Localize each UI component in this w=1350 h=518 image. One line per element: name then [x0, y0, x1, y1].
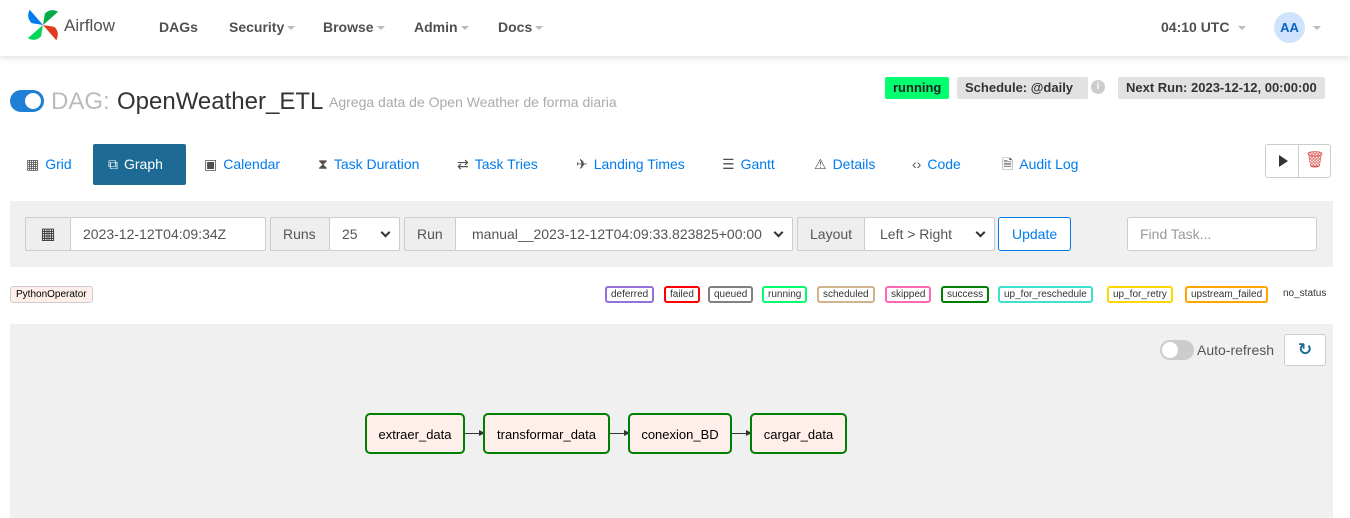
- search-file-icon: 🗎: [1002, 156, 1014, 172]
- dag-actions: 🗑: [1265, 144, 1331, 178]
- chevron-down-icon[interactable]: [1313, 26, 1321, 30]
- chevron-down-icon: [287, 26, 296, 31]
- layout-label: Layout: [797, 217, 865, 251]
- warning-icon: ⚠: [814, 156, 827, 172]
- dag-pause-toggle[interactable]: [10, 90, 44, 112]
- brand-name[interactable]: Airflow: [64, 16, 115, 36]
- graph-icon: ⧉: [108, 156, 118, 172]
- state-legend-upstream-failed: upstream_failed: [1185, 286, 1269, 303]
- auto-refresh-switch[interactable]: [1160, 340, 1194, 360]
- tab-landing-times[interactable]: ✈ Landing Times: [568, 144, 693, 185]
- state-legend-queued: queued: [708, 286, 754, 303]
- next-run-badge: Next Run: 2023-12-12, 00:00:00: [1118, 77, 1325, 99]
- calendar-icon: ▦: [40, 226, 56, 243]
- trigger-dag-button[interactable]: [1266, 145, 1299, 177]
- state-legend-skipped: skipped: [885, 286, 932, 303]
- dag-title: OpenWeather_ETL: [117, 88, 324, 115]
- tab-task-tries[interactable]: ⇄ Task Tries: [449, 144, 546, 185]
- state-legend-up-for-reschedule: up_for_reschedule: [998, 286, 1093, 303]
- task-edge: [610, 430, 630, 436]
- find-task-input[interactable]: Find Task...: [1127, 217, 1317, 251]
- chevron-down-icon: [376, 26, 385, 31]
- state-legend-success: success: [941, 286, 990, 303]
- user-avatar[interactable]: AA: [1274, 12, 1305, 43]
- state-legend-up-for-retry: up_for_retry: [1107, 286, 1173, 303]
- calendar-picker-button[interactable]: ▦: [25, 217, 71, 251]
- tab-task-duration[interactable]: ⧗ Task Duration: [310, 144, 427, 185]
- trash-icon: 🗑: [1304, 152, 1326, 169]
- utc-clock[interactable]: 04:10 UTC: [1161, 19, 1247, 35]
- base-date-input[interactable]: 2023-12-12T04:09:34Z: [70, 217, 266, 251]
- nav-browse[interactable]: Browse: [323, 19, 385, 35]
- tab-gantt[interactable]: ☰ Gantt: [714, 144, 783, 185]
- grid-icon: ▦: [26, 156, 40, 172]
- tab-graph[interactable]: ⧉ Graph: [93, 144, 186, 185]
- info-icon[interactable]: i: [1091, 80, 1105, 94]
- schedule-badge: Schedule: @daily: [957, 77, 1088, 99]
- chevron-down-icon: [773, 227, 784, 238]
- nav-dags[interactable]: DAGs: [159, 19, 198, 35]
- run-select[interactable]: manual__2023-12-12T04:09:33.823825+00:00: [455, 217, 793, 251]
- tab-details[interactable]: ⚠ Details: [806, 144, 883, 185]
- run-label: Run: [404, 217, 456, 251]
- nav-security[interactable]: Security: [229, 19, 296, 35]
- graph-filter-bar: ▦ 2023-12-12T04:09:34Z Runs 25 Run manua…: [10, 201, 1333, 267]
- task-node-conexion-bd[interactable]: conexion_BD: [628, 413, 732, 454]
- task-edge: [732, 430, 752, 436]
- refresh-icon: ↻: [1297, 340, 1313, 359]
- operator-legend-pythonoperator: PythonOperator: [10, 286, 93, 303]
- state-legend-failed: failed: [664, 286, 700, 303]
- task-node-transformar-data[interactable]: transformar_data: [483, 413, 610, 454]
- calendar-icon: ▣: [204, 156, 218, 172]
- code-icon: ‹›: [912, 156, 922, 172]
- state-legend-scheduled: scheduled: [817, 286, 875, 303]
- refresh-button[interactable]: ↻: [1284, 334, 1326, 366]
- nav-docs[interactable]: Docs: [498, 19, 544, 35]
- tab-grid[interactable]: ▦ Grid: [18, 144, 80, 185]
- dag-description: Agrega data de Open Weather de forma dia…: [329, 94, 617, 110]
- layout-select[interactable]: Left > Right: [864, 217, 995, 251]
- auto-refresh-label: Auto-refresh: [1197, 342, 1275, 358]
- airflow-logo-icon[interactable]: [24, 6, 62, 44]
- runs-select[interactable]: 25: [329, 217, 400, 251]
- chevron-down-icon: [535, 26, 544, 31]
- runs-label: Runs: [270, 217, 330, 251]
- state-legend-deferred: deferred: [605, 286, 655, 303]
- gantt-icon: ☰: [722, 156, 735, 172]
- state-legend-no-status: no_status: [1283, 288, 1327, 299]
- state-legend-running: running: [762, 286, 808, 303]
- plane-landing-icon: ✈: [576, 156, 588, 172]
- chevron-down-icon: [1238, 26, 1247, 31]
- dag-graph-canvas[interactable]: Auto-refresh ↻ extraer_data transformar_…: [10, 324, 1333, 518]
- dag-status-badge: running: [885, 77, 950, 99]
- tab-audit-log[interactable]: 🗎 Audit Log: [994, 144, 1086, 185]
- tab-calendar[interactable]: ▣ Calendar: [196, 144, 288, 185]
- nav-admin[interactable]: Admin: [414, 19, 469, 35]
- delete-dag-button[interactable]: 🗑: [1299, 145, 1331, 177]
- tab-code[interactable]: ‹› Code: [904, 144, 969, 185]
- top-navbar: Airflow DAGs Security Browse Admin Docs …: [0, 0, 1350, 56]
- chevron-down-icon: [460, 26, 469, 31]
- retry-icon: ⇄: [457, 156, 469, 172]
- task-edge: [465, 430, 485, 436]
- dag-prefix: DAG:: [51, 88, 110, 115]
- chevron-down-icon: [975, 227, 986, 238]
- chevron-down-icon: [380, 227, 391, 238]
- update-button[interactable]: Update: [998, 217, 1072, 251]
- task-node-cargar-data[interactable]: cargar_data: [750, 413, 847, 454]
- hourglass-icon: ⧗: [318, 156, 328, 172]
- task-node-extraer-data[interactable]: extraer_data: [365, 413, 465, 454]
